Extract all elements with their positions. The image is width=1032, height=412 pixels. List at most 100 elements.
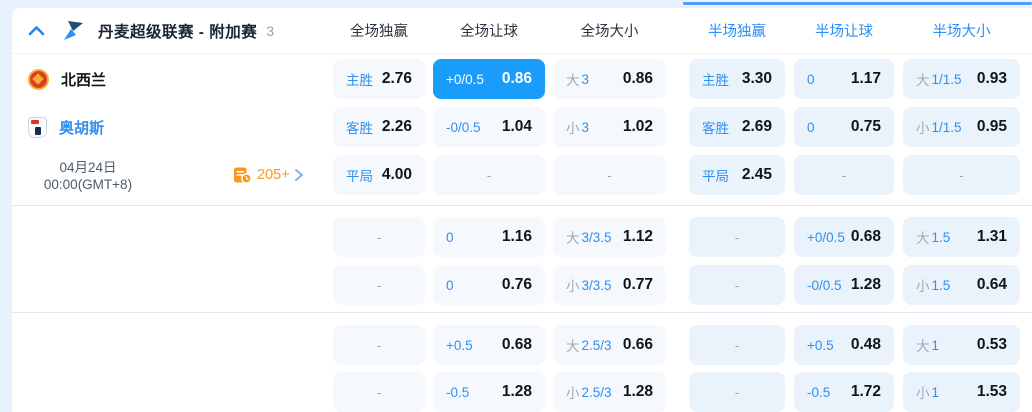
odds-line-label: 3/3.5 [581,229,612,245]
collapse-button[interactable] [28,25,45,36]
odds-cell[interactable]: -0.5 1.28 [433,372,545,412]
odds-cell[interactable]: -0.5 1.72 [794,372,894,412]
odds-cell[interactable]: +0.5 0.48 [794,325,894,365]
odds-cell[interactable]: 小 1/1.5 0.95 [903,107,1020,147]
odds-value: 0.95 [976,118,1007,135]
odds-cell[interactable]: 平局 4.00 [333,155,425,195]
odds-line-label: 1 [931,384,940,400]
odds-line-label: 平局 [346,169,373,184]
odds-cell[interactable]: 客胜 2.26 [333,107,425,147]
line-prefix: 大 [916,73,930,88]
odds-value: 0.86 [622,70,653,87]
away-team-row: 奥胡斯 [28,107,104,147]
odds-cell[interactable]: 0 1.17 [794,59,894,99]
odds-cell[interactable]: 大 3/3.5 1.12 [553,217,666,257]
odds-cell[interactable]: -0/0.5 1.04 [433,107,545,147]
odds-cell[interactable]: 小 1 1.53 [903,372,1020,412]
empty-dash: - [959,167,964,183]
odds-cell[interactable]: 平局 2.45 [689,155,785,195]
odds-cell-empty: - [433,155,545,195]
line-prefix: 小 [566,386,580,401]
odds-cell[interactable]: 大 1 0.53 [903,325,1020,365]
odds-value: 0.76 [501,276,532,293]
empty-dash: - [607,167,612,183]
column-header-full-overunder: 全场大小 [580,24,639,40]
empty-dash: - [734,337,740,353]
odds-cell[interactable]: 小 1.5 0.64 [903,265,1020,305]
odds-cell[interactable]: 大 2.5/3 0.66 [553,325,666,365]
league-title: 丹麦超级联赛 - 附加赛 [98,23,258,41]
odds-value: 0.68 [501,336,532,353]
odds-line-label: +0/0.5 [446,71,484,87]
line-prefix: 大 [916,339,930,354]
odds-value: 2.69 [741,118,772,135]
odds-cell[interactable]: 主胜 2.76 [333,59,425,99]
odds-value: 1.12 [622,228,653,245]
line-prefix: 大 [566,339,580,354]
sport-logo-icon [61,19,85,43]
odds-cell[interactable]: 大 3 0.86 [553,59,666,99]
odds-line-label: -0/0.5 [446,119,481,135]
badge-crest [35,126,41,135]
line-prefix: 大 [916,231,930,246]
empty-dash: - [486,167,492,183]
odds-cell[interactable]: 0 0.76 [433,265,545,305]
odds-value: 1.31 [976,228,1007,245]
more-markets-count: 205+ [257,167,290,183]
header-divider [12,53,1032,54]
odds-line-label: 2.5/3 [581,337,612,353]
odds-value: 1.28 [501,383,532,400]
odds-cell[interactable]: 小 3/3.5 0.77 [553,265,666,305]
odds-line-label: +0.5 [446,337,473,353]
odds-value: 0.75 [850,118,881,135]
odds-cell-empty: - [689,372,785,412]
odds-cell-empty: - [903,155,1020,195]
odds-value: 2.45 [741,166,772,183]
odds-value: 1.02 [622,118,653,135]
line-prefix: 小 [916,121,930,136]
odds-cell[interactable]: -0/0.5 1.28 [794,265,894,305]
markets-calendar-clock-icon [234,167,252,184]
odds-line-label: 0 [807,71,815,87]
odds-line-label: 1.5 [931,229,951,245]
odds-panel: 丹麦超级联赛 - 附加赛 3 全场独赢 全场让球 全场大小 半场独赢 半场让球 … [0,0,1032,412]
column-header-half-handicap: 半场让球 [815,24,873,40]
odds-cell[interactable]: 小 3 1.02 [553,107,666,147]
chevron-right-icon [294,169,303,181]
line-prefix: 小 [916,279,930,294]
odds-line-label: 平局 [702,169,729,184]
odds-cell[interactable]: 客胜 2.69 [689,107,785,147]
odds-cell[interactable]: 0 0.75 [794,107,894,147]
odds-cell[interactable]: 小 2.5/3 1.28 [553,372,666,412]
odds-value: 0.64 [976,276,1007,293]
odds-cell[interactable]: +0/0.5 0.68 [794,217,894,257]
odds-line-label: 客胜 [702,121,729,136]
odds-value: 1.28 [850,276,881,293]
odds-value: 0.48 [850,336,881,353]
line-prefix: 小 [566,121,580,136]
column-header-half-overunder: 半场大小 [932,24,991,40]
odds-line-label: 1 [931,337,940,353]
odds-value: 0.66 [622,336,653,353]
odds-line-label: -0.5 [446,384,470,400]
section-divider [12,312,1032,313]
odds-cell-empty: - [333,372,425,412]
odds-value: 0.53 [976,336,1007,353]
odds-cell[interactable]: 主胜 3.30 [689,59,785,99]
odds-line-label: -0/0.5 [807,277,842,293]
odds-value: 1.16 [501,228,532,245]
odds-cell[interactable]: 大 1.5 1.31 [903,217,1020,257]
line-prefix: 大 [566,231,580,246]
more-markets-link[interactable]: 205+ [233,155,304,195]
away-team-name: 奥胡斯 [59,119,105,137]
odds-value: 0.93 [976,70,1007,87]
odds-line-label: -0.5 [807,384,831,400]
odds-line-label: 2.5/3 [581,384,612,400]
odds-cell-selected[interactable]: +0/0.5 0.86 [433,59,545,99]
odds-cell[interactable]: 0 1.16 [433,217,545,257]
odds-cell[interactable]: +0.5 0.68 [433,325,545,365]
home-team-badge [28,68,49,90]
match-time: 00:00(GMT+8) [43,177,133,192]
odds-cell[interactable]: 大 1/1.5 0.93 [903,59,1020,99]
empty-dash: - [376,229,382,245]
